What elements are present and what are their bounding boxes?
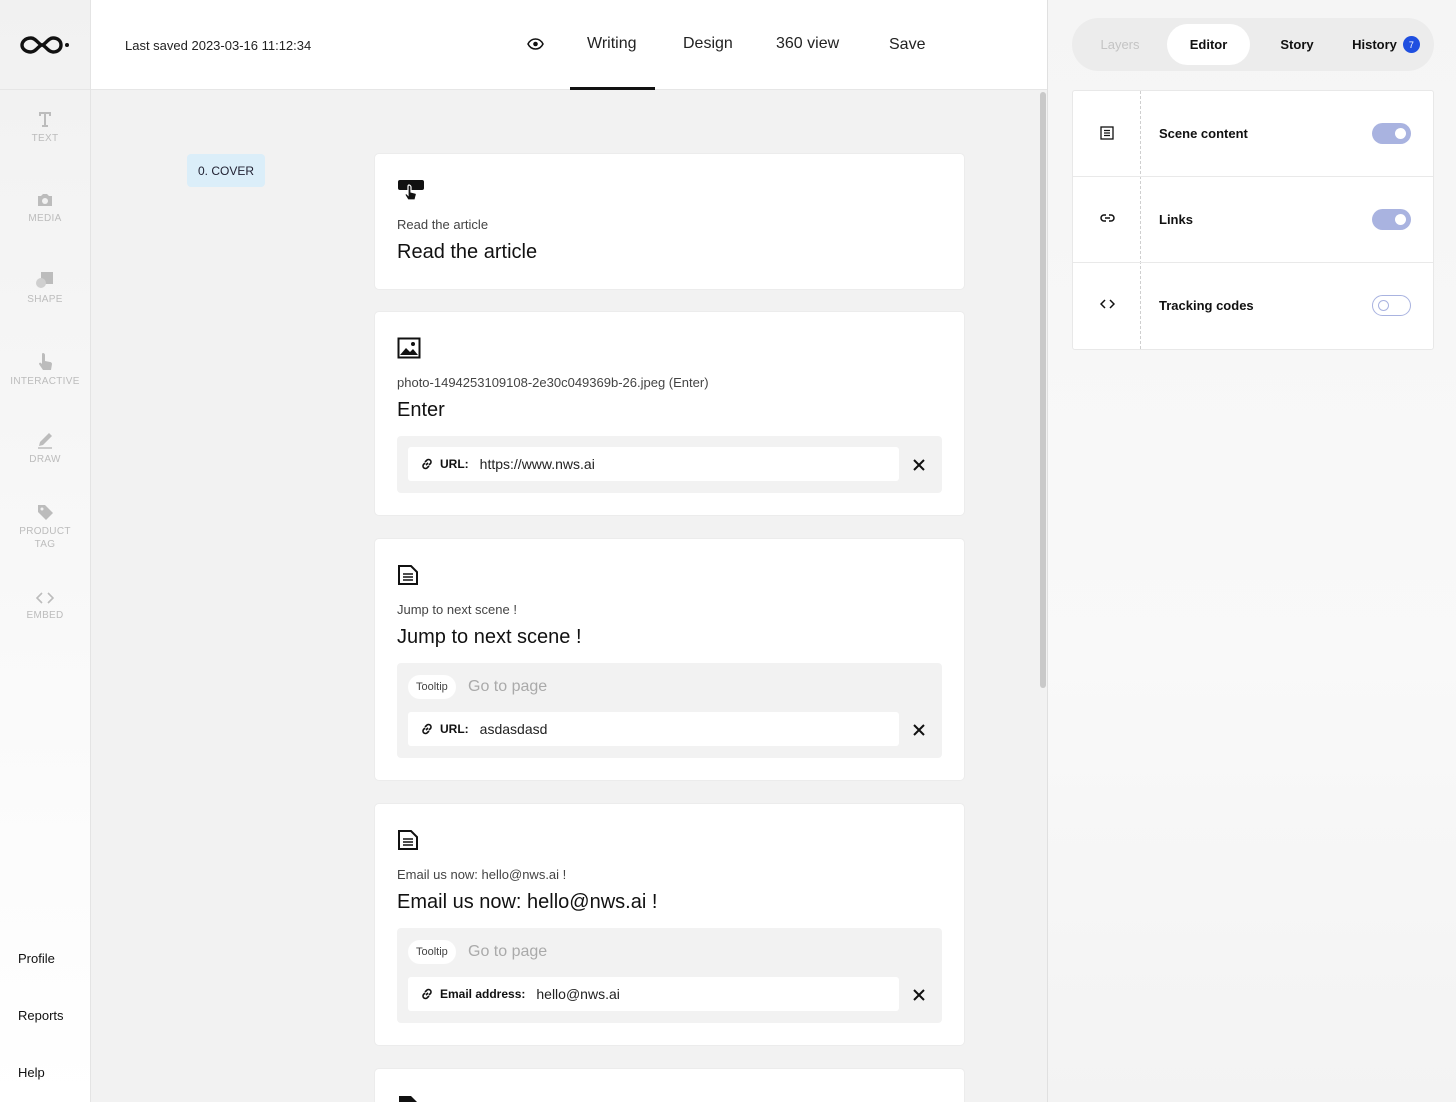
option-tracking-codes[interactable]: Tracking codes (1073, 263, 1433, 349)
link-icon (1100, 214, 1115, 222)
eye-icon[interactable] (527, 37, 544, 51)
tag-icon (38, 505, 53, 520)
card-subtitle: photo-1494253109108-2e30c049369b-26.jpeg… (397, 375, 709, 390)
url-field[interactable]: URL: asdasdasd (408, 712, 899, 746)
tab-history-label: History (1352, 37, 1397, 52)
text-icon (39, 112, 51, 127)
url-field-label: URL: (440, 722, 469, 736)
option-links[interactable]: Links (1073, 177, 1433, 263)
tool-shape-label: SHAPE (27, 294, 63, 305)
email-field-label: Email address: (440, 987, 526, 1001)
tool-interactive-label: INTERACTIVE (10, 376, 80, 387)
close-icon[interactable] (913, 724, 925, 736)
camera-icon (38, 194, 52, 206)
tool-draw[interactable]: DRAW (0, 431, 90, 466)
image-icon (397, 337, 421, 359)
right-panel: Layers Editor Story History 7 Scene cont… (1047, 0, 1456, 1102)
tooltip-input[interactable]: Go to page (468, 943, 547, 961)
tool-media-label: MEDIA (28, 213, 62, 224)
email-field-value[interactable]: hello@nws.ai (536, 986, 619, 1002)
option-label: Scene content (1159, 126, 1248, 141)
tool-embed-label: EMBED (26, 610, 64, 621)
link-settings: URL: https://www.nws.ai (397, 436, 942, 493)
content-card[interactable] (375, 1069, 964, 1102)
save-button[interactable]: Save (889, 36, 925, 54)
scene-content-toggle[interactable] (1372, 123, 1411, 144)
tool-embed[interactable]: EMBED (0, 591, 90, 622)
tool-draw-label: DRAW (29, 454, 61, 465)
last-saved-text: Last saved 2023-03-16 11:12:34 (125, 38, 312, 53)
main-scrollbar[interactable] (1040, 92, 1046, 688)
tab-editor[interactable]: Editor (1167, 24, 1250, 65)
link-settings: Tooltip Go to page URL: asdasdasd (397, 663, 942, 758)
tool-shape[interactable]: SHAPE (0, 271, 90, 306)
code-icon (36, 592, 54, 604)
card-title[interactable]: Email us now: hello@nws.ai ! (397, 891, 657, 914)
top-bar: Last saved 2023-03-16 11:12:34 Writing D… (91, 0, 1047, 90)
infinity-logo-icon (20, 35, 69, 54)
card-title[interactable]: Jump to next scene ! (397, 626, 582, 649)
document-icon (398, 565, 418, 585)
touch-icon (398, 180, 424, 201)
link-icon (420, 722, 434, 736)
url-field-value[interactable]: asdasdasd (480, 721, 548, 737)
content-card[interactable]: Jump to next scene ! Jump to next scene … (375, 539, 964, 780)
links-toggle[interactable] (1372, 209, 1411, 230)
code-icon (1100, 299, 1115, 309)
left-sidebar: TEXT MEDIA SHAPE INTERACTIVE DRAW PRODUC… (0, 0, 91, 1102)
tooltip-chip: Tooltip (408, 675, 456, 699)
document-icon (398, 830, 418, 850)
history-badge: 7 (1402, 36, 1420, 53)
tab-story[interactable]: Story (1258, 18, 1336, 71)
scene-chip[interactable]: 0. COVER (187, 154, 265, 187)
tool-text[interactable]: TEXT (0, 110, 90, 145)
email-field[interactable]: Email address: hello@nws.ai (408, 977, 899, 1011)
tab-360-view[interactable]: 360 view (776, 35, 839, 53)
close-icon[interactable] (913, 989, 925, 1001)
pencil-icon (38, 433, 52, 449)
tool-interactive[interactable]: INTERACTIVE (0, 351, 90, 388)
tracking-codes-toggle[interactable] (1372, 295, 1411, 316)
reports-link[interactable]: Reports (18, 1008, 64, 1023)
shape-icon (36, 272, 53, 288)
list-icon (1100, 126, 1114, 140)
help-link[interactable]: Help (18, 1065, 45, 1080)
content-card[interactable]: Email us now: hello@nws.ai ! Email us no… (375, 804, 964, 1045)
tab-writing[interactable]: Writing (587, 35, 637, 53)
tool-text-label: TEXT (31, 133, 59, 144)
close-icon[interactable] (913, 459, 925, 471)
tab-design[interactable]: Design (683, 35, 733, 53)
card-subtitle: Email us now: hello@nws.ai ! (397, 867, 567, 882)
tab-history[interactable]: History 7 (1346, 18, 1426, 71)
url-field-label: URL: (440, 457, 469, 471)
profile-link[interactable]: Profile (18, 951, 55, 966)
option-label: Links (1159, 212, 1193, 227)
content-card[interactable]: photo-1494253109108-2e30c049369b-26.jpeg… (375, 312, 964, 515)
editor-options: Scene content Links Tracking codes (1072, 90, 1434, 350)
tab-layers[interactable]: Layers (1080, 18, 1160, 71)
url-field-value[interactable]: https://www.nws.ai (480, 456, 595, 472)
tool-media[interactable]: MEDIA (0, 192, 90, 225)
pointer-icon (39, 353, 52, 370)
app-logo[interactable] (0, 0, 90, 90)
link-icon (420, 987, 434, 1001)
card-title[interactable]: Read the article (397, 241, 537, 264)
tooltip-input[interactable]: Go to page (468, 678, 547, 696)
tool-product-tag[interactable]: PRODUCT TAG (0, 503, 90, 551)
option-label: Tracking codes (1159, 298, 1254, 313)
link-icon (420, 457, 434, 471)
url-field[interactable]: URL: https://www.nws.ai (408, 447, 899, 481)
tooltip-chip: Tooltip (408, 940, 456, 964)
content-card[interactable]: Read the article Read the article (375, 154, 964, 289)
panel-tabs: Layers Editor Story History 7 (1072, 18, 1434, 71)
document-icon (399, 1096, 417, 1102)
card-title[interactable]: Enter (397, 399, 445, 422)
tool-product-tag-label: PRODUCT TAG (19, 526, 71, 550)
card-subtitle: Jump to next scene ! (397, 602, 517, 617)
link-settings: Tooltip Go to page Email address: hello@… (397, 928, 942, 1023)
card-subtitle: Read the article (397, 217, 489, 232)
option-scene-content[interactable]: Scene content (1073, 91, 1433, 177)
